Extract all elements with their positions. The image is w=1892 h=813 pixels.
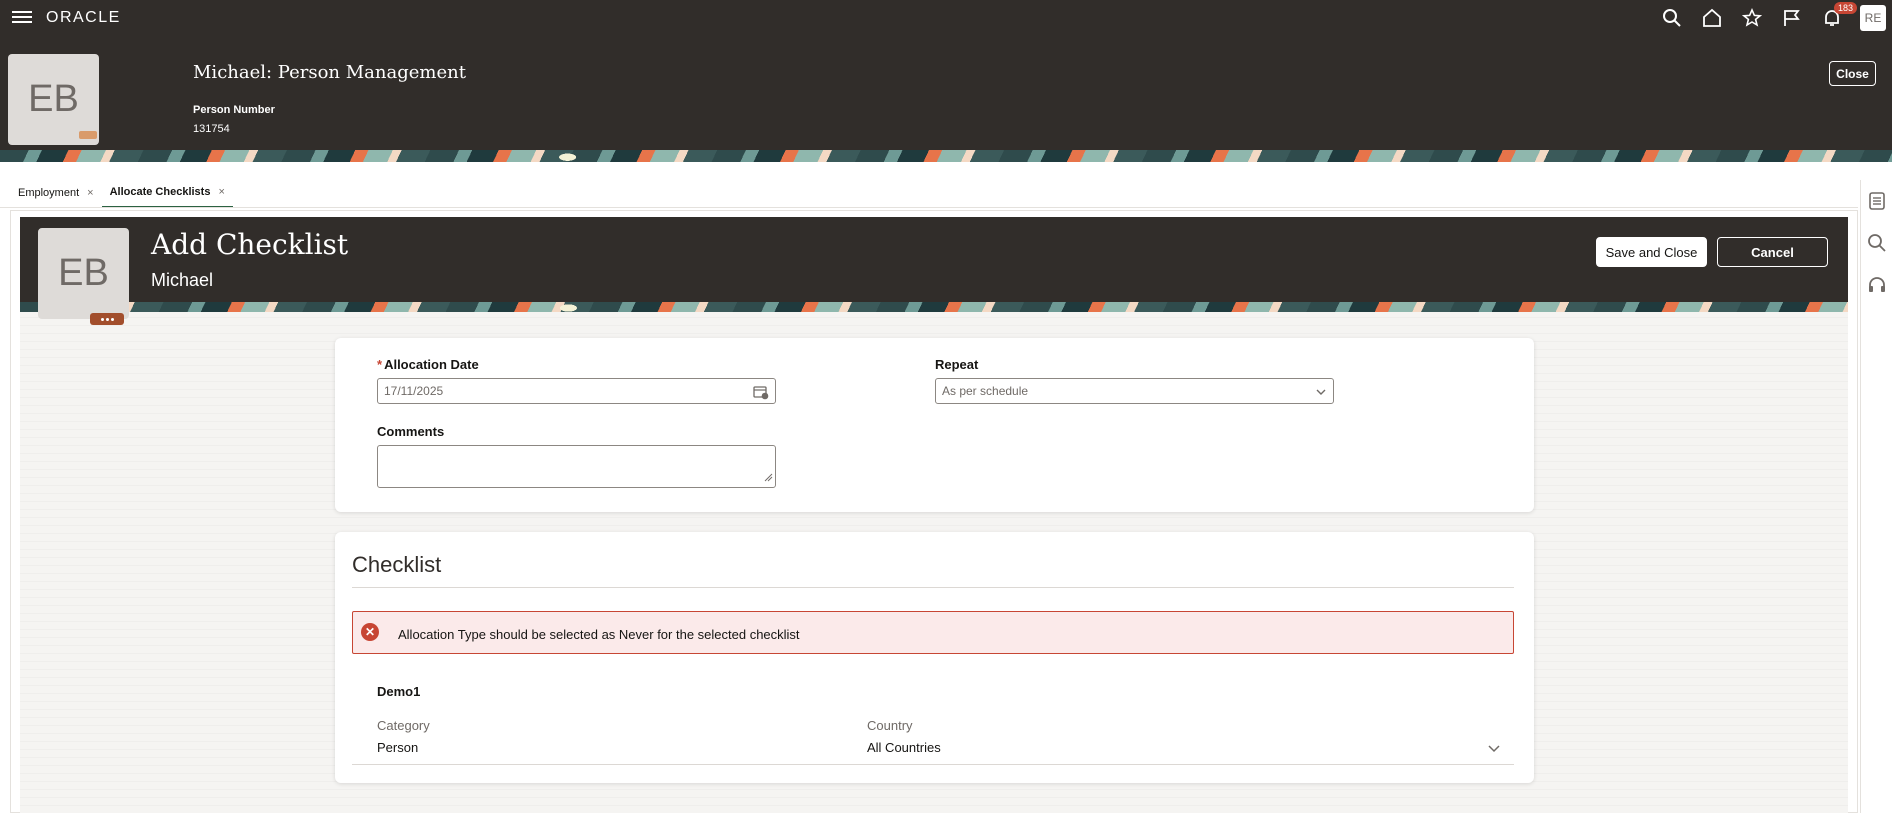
person-avatar: EB — [8, 54, 99, 145]
allocation-date-value: 17/11/2025 — [384, 384, 444, 398]
side-search-icon[interactable] — [1861, 222, 1892, 264]
comments-textarea[interactable] — [377, 445, 776, 488]
allocation-date-label-text: Allocation Date — [384, 357, 479, 372]
subheader-person-name: Michael — [151, 270, 214, 290]
save-and-close-button[interactable]: Save and Close — [1596, 237, 1707, 267]
user-avatar[interactable]: RE — [1860, 5, 1886, 31]
allocation-date-input[interactable]: 17/11/2025 — [377, 378, 776, 404]
person-number-value: 131754 — [193, 123, 230, 135]
close-tab-icon[interactable]: × — [87, 187, 93, 199]
person-avatar-initials: EB — [28, 78, 79, 120]
subheader-avatar-initials: EB — [58, 252, 109, 294]
close-button[interactable]: Close — [1829, 61, 1876, 86]
favorites-star-icon[interactable] — [1732, 4, 1772, 32]
flag-icon[interactable] — [1772, 4, 1812, 32]
section-divider — [352, 587, 1514, 588]
cancel-button[interactable]: Cancel — [1717, 237, 1828, 267]
error-message-text: Allocation Type should be selected as Ne… — [398, 627, 800, 642]
repeat-label: Repeat — [935, 357, 979, 372]
tab-label: Allocate Checklists — [109, 186, 211, 198]
search-icon[interactable] — [1652, 4, 1692, 32]
calendar-icon[interactable] — [753, 384, 769, 403]
checklist-name: Demo1 — [377, 684, 421, 699]
tab-allocate-checklists[interactable]: Allocate Checklists × — [101, 178, 233, 208]
chevron-down-icon[interactable] — [1315, 386, 1327, 401]
more-actions-icon[interactable] — [90, 313, 124, 325]
repeat-value: As per schedule — [942, 384, 1029, 398]
global-header: ORACLE 183 RE EB Michael: Person Managem… — [0, 0, 1892, 150]
subheader-banner — [20, 302, 1848, 312]
tab-bar: Employment × Allocate Checklists × — [10, 178, 233, 208]
header-banner — [0, 150, 1892, 162]
subheader-avatar: EB — [38, 228, 129, 325]
tab-divider — [0, 207, 1858, 208]
category-label: Category — [377, 718, 430, 733]
home-icon[interactable] — [1692, 4, 1732, 32]
required-indicator: * — [377, 357, 383, 372]
page-list-icon[interactable] — [1861, 180, 1892, 222]
category-value: Person — [377, 740, 419, 755]
hamburger-menu-icon[interactable] — [12, 8, 32, 26]
person-number-label: Person Number — [193, 104, 275, 116]
tab-label: Employment — [18, 187, 80, 199]
country-value: All Countries — [867, 740, 941, 755]
resize-handle-icon[interactable] — [764, 471, 773, 485]
headset-icon[interactable] — [1861, 264, 1892, 306]
oracle-logo[interactable]: ORACLE — [46, 9, 121, 27]
checklist-card: Checklist ✕ Allocation Type should be se… — [335, 532, 1534, 783]
avatar-more-icon[interactable] — [79, 131, 97, 139]
page-title: Michael: Person Management — [193, 62, 466, 83]
close-tab-icon[interactable]: × — [218, 186, 224, 198]
expand-chevron-icon[interactable] — [1487, 741, 1501, 760]
side-panel — [1860, 180, 1892, 813]
header-icons: 183 RE — [1652, 2, 1892, 32]
row-divider — [352, 764, 1514, 765]
notifications-bell-icon[interactable]: 183 — [1812, 2, 1858, 32]
country-label: Country — [867, 718, 913, 733]
checklist-section-title: Checklist — [352, 552, 442, 577]
allocation-form-card: * Allocation Date 17/11/2025 Repeat As pe… — [335, 338, 1534, 512]
error-message-box: ✕ Allocation Type should be selected as … — [352, 611, 1514, 654]
notification-badge: 183 — [1834, 2, 1858, 14]
subheader-title: Add Checklist — [151, 228, 349, 261]
allocation-date-label: * Allocation Date — [377, 357, 479, 372]
repeat-select[interactable]: As per schedule — [935, 378, 1334, 404]
error-icon: ✕ — [361, 623, 379, 641]
comments-label: Comments — [377, 424, 445, 439]
tab-employment[interactable]: Employment × — [10, 178, 102, 208]
